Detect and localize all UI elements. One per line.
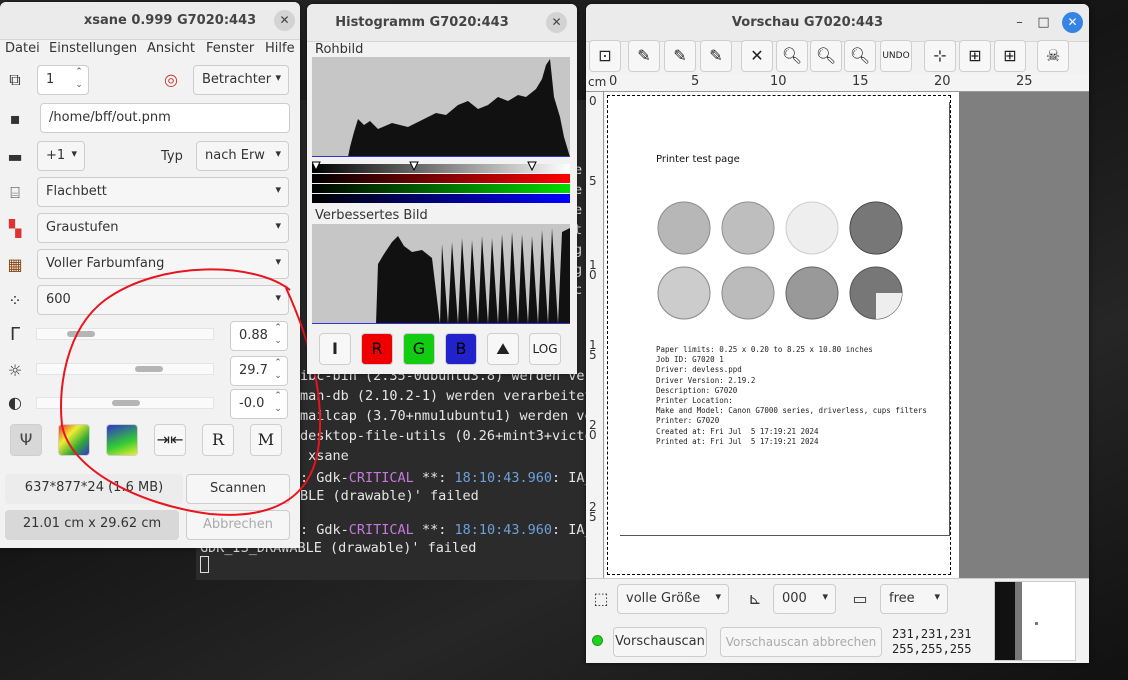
menubar: Datei Einstellungen Ansicht Fenster Hilf… <box>0 40 300 64</box>
thumbnail <box>994 581 1076 661</box>
intensity-button[interactable]: I <box>319 333 351 365</box>
copies-spinbutton[interactable]: 1 ⌃ ⌄ <box>37 65 89 95</box>
minimize-button[interactable]: – <box>1009 12 1030 33</box>
preview-window: Vorschau G7020:443 – □ ✕ ⊡ ✎ ✎ ✎ ✕ 🔍︎ 🔍︎… <box>586 4 1089 663</box>
brightness-icon: ☼ <box>7 361 23 380</box>
maximize-button[interactable]: □ <box>1033 12 1054 33</box>
delete-icon[interactable]: ⊞ <box>994 40 1026 72</box>
autoselect-icon[interactable]: ✕ <box>741 40 773 72</box>
save-icon[interactable]: ▪ <box>4 108 26 130</box>
scanned-page: Printer test page Paper limits: 0.25 x 0… <box>620 102 950 536</box>
contrast-icon: ◐ <box>8 393 22 412</box>
histogram-titlebar[interactable]: Histogramm G7020:443 ✕ <box>307 4 577 42</box>
page-text-line: Make and Model: Canon G7000 series, driv… <box>656 406 927 416</box>
page-text-line: Printer Location: <box>656 396 733 406</box>
page-text: Paper limits: 0.25 x 0.20 to 8.25 x 10.8… <box>656 345 927 447</box>
source-select[interactable]: Flachbett ▾ <box>37 177 289 207</box>
terminal-line: desktop-file-utils (0.26+mint3+victo <box>300 428 593 444</box>
histogram-window: Histogramm G7020:443 ✕ Rohbild Verbesser… <box>307 4 577 374</box>
increment-select[interactable]: +1 ▾ <box>37 141 85 171</box>
zoom-icon: ⬚ <box>593 589 609 608</box>
gamma-range-bars <box>312 161 570 203</box>
close-button[interactable]: ✕ <box>546 12 567 33</box>
rgb-readout: 231,231,231 255,255,255 <box>892 627 972 656</box>
enhanced-label: Verbessertes Bild <box>315 208 428 223</box>
menu-ansicht[interactable]: Ansicht <box>147 41 195 56</box>
red-button[interactable]: R <box>361 333 393 365</box>
viewer-select[interactable]: Betrachter ▾ <box>193 65 289 95</box>
pipette-black-icon[interactable]: ✎ <box>700 40 732 72</box>
auto-area-icon[interactable]: ⊞ <box>959 40 991 72</box>
rotation-select[interactable]: 000 ▾ <box>773 584 836 614</box>
color-mode-icon: ▚ <box>8 219 22 238</box>
delete-cache-icon[interactable]: ☠ <box>1037 40 1069 72</box>
horizontal-ruler: cm 0 5 10 15 20 25 <box>586 74 1089 92</box>
select-area-icon[interactable]: ⊡ <box>589 40 621 72</box>
channel-fork-icon[interactable]: Ψ <box>10 424 42 456</box>
target-icon: ◎ <box>164 70 178 89</box>
enhanced-histogram <box>312 224 570 324</box>
page-text-line: Printer: G7020 <box>656 416 720 426</box>
cancel-preview-button[interactable]: Vorschauscan abbrechen <box>720 627 882 657</box>
raw-label: Rohbild <box>315 42 364 57</box>
preview-canvas[interactable]: Printer test page Paper limits: 0.25 x 0… <box>605 92 1089 578</box>
test-circles <box>657 201 903 320</box>
preview-bottom-bar: ⬚ volle Größe ▾ ⊾ 000 ▾ ▭ free ▾ Vorschausc… <box>586 578 1089 663</box>
page-text-line: Job ID: G7020 1 <box>656 355 724 365</box>
typ-label: Typ <box>161 149 183 164</box>
copies-icon: ⧉ <box>9 70 21 89</box>
zoom-in-icon[interactable]: 🔍︎ <box>810 40 842 72</box>
status-led <box>592 635 603 646</box>
resolution-icon: ⁘ <box>8 291 22 310</box>
close-button[interactable]: ✕ <box>274 10 295 31</box>
preview-titlebar[interactable]: Vorschau G7020:443 – □ ✕ <box>586 4 1089 42</box>
green-button[interactable]: G <box>403 333 435 365</box>
page-text-line: Description: G7020 <box>656 385 738 395</box>
ratio-select[interactable]: free ▾ <box>880 584 948 614</box>
page-text-line: Driver Version: 2.19.2 <box>656 375 756 385</box>
page-text-line: Driver: devless.ppd <box>656 365 742 375</box>
xsane-title: xsane 0.999 G7020:443 <box>83 13 257 28</box>
zoom-undo-icon[interactable]: UNDO <box>880 40 912 72</box>
ratio-icon: ▭ <box>852 589 868 608</box>
menu-hilfe[interactable]: Hilfe <box>265 41 295 56</box>
preview-scan-button[interactable]: Vorschauscan <box>613 627 707 657</box>
rotation-icon: ⊾ <box>748 589 762 608</box>
red-annotation-circle <box>60 268 322 516</box>
film-icon: ▦ <box>7 255 23 274</box>
terminal-cursor <box>200 556 209 573</box>
mode-select[interactable]: Graustufen ▾ <box>37 213 289 243</box>
page-heading: Printer test page <box>656 154 740 165</box>
blue-button[interactable]: B <box>445 333 477 365</box>
gamma-icon: Γ <box>9 324 21 345</box>
menu-einstellungen[interactable]: Einstellungen <box>49 41 137 56</box>
menu-fenster[interactable]: Fenster <box>206 41 254 56</box>
histogram-title: Histogramm G7020:443 <box>335 15 509 30</box>
preview-title: Vorschau G7020:443 <box>731 15 884 30</box>
full-area-icon[interactable]: ⊹ <box>924 40 956 72</box>
zoom-out-icon[interactable]: 🔍︎ <box>776 40 808 72</box>
log-button[interactable]: LOG <box>529 333 561 365</box>
scanner-icon: ⌸ <box>10 183 20 202</box>
terminal-error-2: : Gdk-CRITICAL **: 18:10:43.960: IA_ <box>300 522 593 538</box>
page-text-line: Created at: Fri Jul 5 17:19:21 2024 <box>656 426 819 436</box>
xsane-titlebar[interactable]: xsane 0.999 G7020:443 ✕ <box>0 2 300 40</box>
menu-datei[interactable]: Datei <box>5 41 40 56</box>
page-text-line: Printed at: Fri Jul 5 17:19:21 2024 <box>656 436 819 446</box>
page-text-line: Paper limits: 0.25 x 0.20 to 8.25 x 10.8… <box>656 345 873 354</box>
filename-input[interactable]: /home/bff/out.pnm <box>40 103 290 133</box>
type-select[interactable]: nach Erw ▾ <box>196 141 289 171</box>
terminal-line: mailcap (3.70+nmu1ubuntu1) werden ve <box>300 408 593 424</box>
terminal-line: man-db (2.10.2-1) werden verarbeitet <box>300 388 593 404</box>
terminal-error-1: : Gdk-CRITICAL **: 18:10:43.960: IA_ <box>300 470 593 486</box>
pipette-white-icon[interactable]: ✎ <box>628 40 660 72</box>
raw-histogram <box>312 57 570 157</box>
pipette-gray-icon[interactable]: ✎ <box>664 40 696 72</box>
step-icon: ▬ <box>7 147 23 166</box>
vertical-ruler: 0 5 10 15 20 25 <box>586 92 604 578</box>
pixel-histogram-icon[interactable]: ⛰ <box>487 333 519 365</box>
zoom-select[interactable]: volle Größe ▾ <box>617 584 729 614</box>
close-button[interactable]: ✕ <box>1062 12 1083 33</box>
zoom-area-icon[interactable]: 🔍︎ <box>844 40 876 72</box>
